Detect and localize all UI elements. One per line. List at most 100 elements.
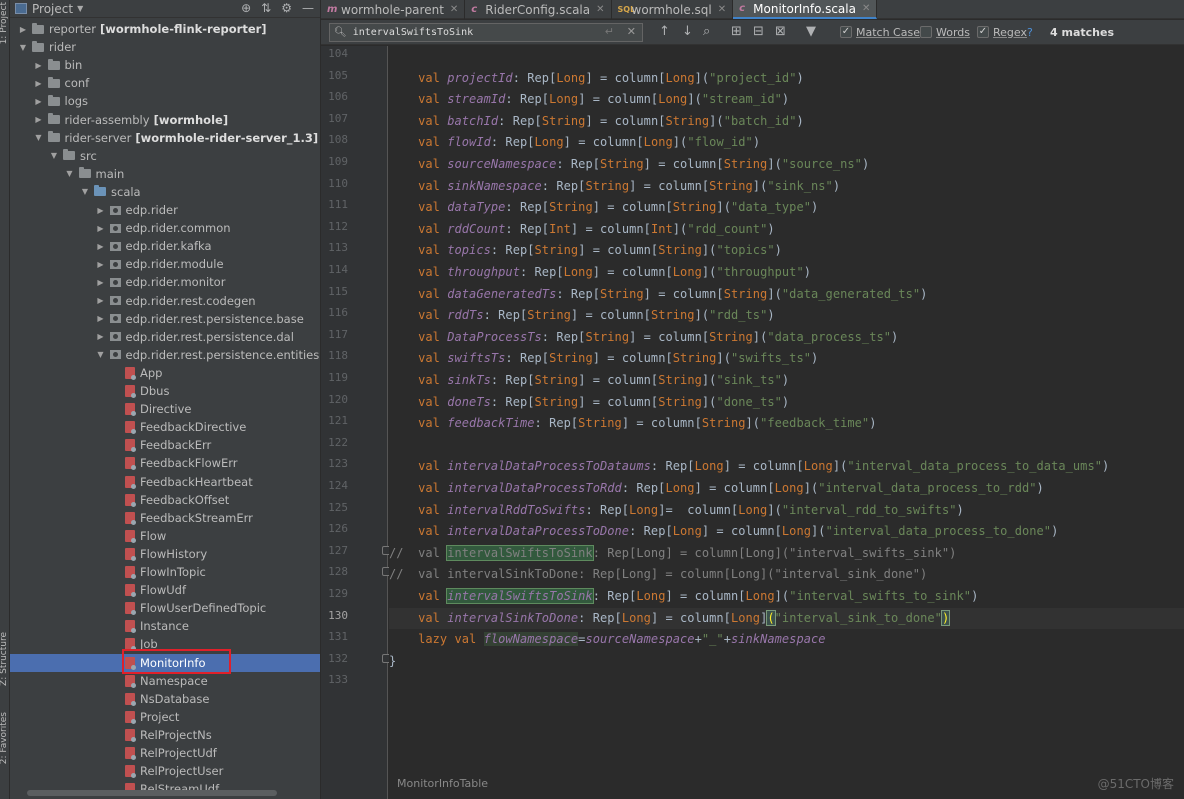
code-line[interactable]: val doneTs: Rep[String] = column[String]… — [389, 392, 789, 414]
code-line[interactable]: val DataProcessTs: Rep[String] = column[… — [389, 327, 898, 349]
tree-item[interactable]: Flow — [10, 527, 320, 545]
find-all-icon[interactable]: ⌕ — [703, 24, 710, 39]
code-line[interactable]: val batchId: Rep[String] = column[String… — [389, 111, 804, 133]
tree-item[interactable]: FlowUdf — [10, 581, 320, 599]
code-line[interactable]: val intervalRddToSwifts: Rep[Long]= colu… — [389, 500, 964, 522]
code-line[interactable]: } — [389, 651, 396, 673]
code-line[interactable]: val swiftsTs: Rep[String] = column[Strin… — [389, 348, 818, 370]
expanded-arrow-icon[interactable]: ▼ — [96, 350, 106, 359]
code-line[interactable]: // val intervalSwiftsToSink: Rep[Long] =… — [389, 543, 956, 565]
tree-item[interactable]: FeedbackDirective — [10, 418, 320, 436]
editor-tab[interactable]: m wormhole-parent ✕ — [321, 0, 466, 19]
tree-item[interactable]: Directive — [10, 400, 320, 418]
collapsed-arrow-icon[interactable]: ▶ — [96, 224, 106, 233]
close-icon[interactable]: ✕ — [596, 4, 604, 15]
tree-item[interactable]: ▶ edp.rider.rest.persistence.base — [10, 310, 320, 328]
tree-item[interactable]: ▶ edp.rider.common — [10, 219, 320, 237]
collapsed-arrow-icon[interactable]: ▶ — [34, 61, 44, 70]
collapsed-arrow-icon[interactable]: ▶ — [96, 278, 106, 287]
search-input[interactable] — [352, 27, 593, 38]
breadcrumb[interactable]: MonitorInfoTable — [397, 777, 488, 790]
tree-item[interactable]: Project — [10, 708, 320, 726]
code-line[interactable]: val sinkTs: Rep[String] = column[String]… — [389, 370, 789, 392]
code-line[interactable]: val projectId: Rep[Long] = column[Long](… — [389, 68, 804, 90]
collapsed-arrow-icon[interactable]: ▶ — [96, 296, 106, 305]
close-icon[interactable]: ✕ — [718, 4, 726, 15]
code-line[interactable]: val sourceNamespace: Rep[String] = colum… — [389, 154, 869, 176]
editor-tab[interactable]: c MonitorInfo.scala ✕ — [733, 0, 878, 19]
code-editor[interactable]: val projectId: Rep[Long] = column[Long](… — [389, 46, 1184, 799]
regex-label[interactable]: Regex — [993, 26, 1027, 39]
collapsed-arrow-icon[interactable]: ▶ — [18, 25, 28, 34]
tree-item[interactable]: RelProjectUdf — [10, 744, 320, 762]
tree-item[interactable]: Instance — [10, 617, 320, 635]
code-line[interactable]: val dataGeneratedTs: Rep[String] = colum… — [389, 284, 927, 306]
tree-item[interactable]: ▼ rider — [10, 38, 320, 56]
code-line[interactable]: val intervalDataProcessToRdd: Rep[Long] … — [389, 478, 1044, 500]
code-line[interactable]: val dataType: Rep[String] = column[Strin… — [389, 197, 818, 219]
collapsed-arrow-icon[interactable]: ▶ — [96, 242, 106, 251]
tree-item[interactable]: ▼ src — [10, 147, 320, 165]
tree-item[interactable]: RelProjectUser — [10, 762, 320, 780]
code-line[interactable]: val intervalDataProcessToDataums: Rep[Lo… — [389, 456, 1109, 478]
tree-item[interactable]: Dbus — [10, 382, 320, 400]
code-line[interactable]: val feedbackTime: Rep[String] = column[S… — [389, 413, 876, 435]
project-view-selector[interactable]: Project — [32, 2, 73, 16]
target-icon[interactable]: ⊕ — [241, 1, 251, 15]
collapsed-arrow-icon[interactable]: ▶ — [34, 79, 44, 88]
previous-occurrence-icon[interactable]: ↑ — [659, 24, 670, 39]
tree-item[interactable]: ▶ edp.rider.rest.persistence.dal — [10, 328, 320, 346]
tree-item[interactable]: FeedbackOffset — [10, 491, 320, 509]
tree-item[interactable]: RelProjectNs — [10, 726, 320, 744]
code-line[interactable]: val intervalSwiftsToSink: Rep[Long] = co… — [389, 586, 978, 608]
expanded-arrow-icon[interactable]: ▼ — [80, 187, 90, 196]
favorites-tool-tab[interactable]: 2: Favorites — [0, 712, 9, 764]
new-line-icon[interactable]: ↵ — [605, 25, 614, 38]
code-line[interactable]: val sinkNamespace: Rep[String] = column[… — [389, 176, 840, 198]
tree-item[interactable]: ▶ bin — [10, 56, 320, 74]
collapse-icon[interactable]: ⇅ — [261, 1, 271, 15]
tree-item[interactable]: ▶ conf — [10, 74, 320, 92]
code-line[interactable]: val rddTs: Rep[String] = column[String](… — [389, 305, 775, 327]
search-field[interactable]: 🔍︎ ↵ ✕ — [329, 23, 643, 42]
search-icon[interactable]: 🔍︎ — [334, 27, 347, 38]
remove-occurrence-icon[interactable]: ⊟ — [753, 24, 764, 39]
tree-item[interactable]: Namespace — [10, 672, 320, 690]
tree-item[interactable]: ▶ edp.rider.module — [10, 255, 320, 273]
expanded-arrow-icon[interactable]: ▼ — [65, 169, 75, 178]
tree-item[interactable]: ▶ logs — [10, 92, 320, 110]
tree-item[interactable]: ▼ main — [10, 165, 320, 183]
match-case-label[interactable]: Match Case — [856, 26, 920, 39]
tree-item[interactable]: FlowHistory — [10, 545, 320, 563]
tree-item[interactable]: ▼ rider-server [wormhole-rider-server_1.3] — [10, 129, 320, 147]
hide-icon[interactable]: — — [302, 1, 314, 15]
tree-item[interactable]: FlowUserDefinedTopic — [10, 599, 320, 617]
code-line[interactable]: val intervalSinkToDone: Rep[Long] = colu… — [389, 607, 1184, 630]
code-line[interactable]: lazy val flowNamespace=sourceNamespace+"… — [389, 629, 826, 651]
select-all-occurrences-icon[interactable]: ⊠ — [775, 24, 786, 39]
expanded-arrow-icon[interactable]: ▼ — [18, 43, 28, 52]
collapsed-arrow-icon[interactable]: ▶ — [96, 206, 106, 215]
words-checkbox[interactable] — [920, 26, 932, 38]
tree-item[interactable]: ▶ rider-assembly [wormhole] — [10, 111, 320, 129]
tree-item[interactable]: ▼ edp.rider.rest.persistence.entities — [10, 346, 320, 364]
tree-horizontal-scrollbar[interactable] — [27, 790, 277, 796]
tree-item[interactable]: NsDatabase — [10, 690, 320, 708]
clear-icon[interactable]: ✕ — [627, 25, 636, 38]
expanded-arrow-icon[interactable]: ▼ — [49, 151, 59, 160]
tree-item[interactable]: FlowInTopic — [10, 563, 320, 581]
tree-item[interactable]: FeedbackStreamErr — [10, 509, 320, 527]
tree-item[interactable]: ▶ edp.rider.rest.codegen — [10, 292, 320, 310]
add-occurrence-icon[interactable]: ⊞ — [731, 24, 742, 39]
close-icon[interactable]: ✕ — [862, 3, 870, 14]
project-tool-tab[interactable]: 1: Project — [0, 2, 9, 44]
tree-item[interactable]: ▶ edp.rider.monitor — [10, 273, 320, 291]
tree-item[interactable]: ▶ edp.rider.kafka — [10, 237, 320, 255]
collapsed-arrow-icon[interactable]: ▶ — [96, 332, 106, 341]
chevron-down-icon[interactable]: ▼ — [77, 4, 83, 13]
collapsed-arrow-icon[interactable]: ▶ — [34, 97, 44, 106]
tree-item[interactable]: App — [10, 364, 320, 382]
collapsed-arrow-icon[interactable]: ▶ — [96, 314, 106, 323]
expanded-arrow-icon[interactable]: ▼ — [34, 133, 44, 142]
tree-item[interactable]: ▶ edp.rider — [10, 201, 320, 219]
